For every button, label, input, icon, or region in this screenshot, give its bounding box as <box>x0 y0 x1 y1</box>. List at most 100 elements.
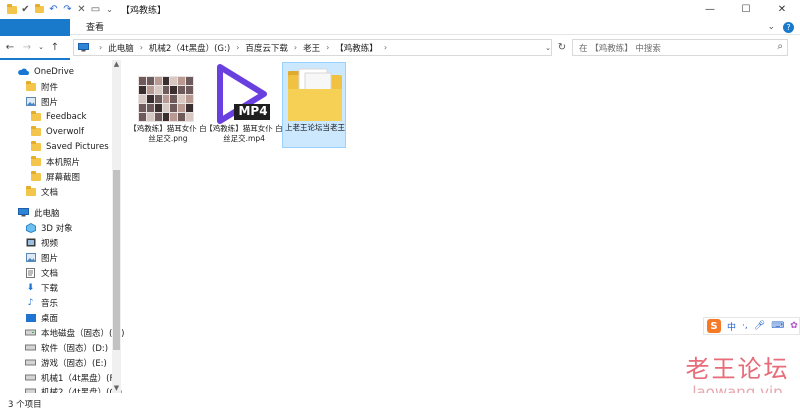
maximize-button[interactable]: ☐ <box>728 0 764 19</box>
sidebar-item-overwolf[interactable]: Overwolf <box>30 124 84 139</box>
breadcrumb-separator[interactable]: › <box>140 43 143 52</box>
scrollbar-thumb[interactable] <box>113 170 120 350</box>
customize-toolbar-icon[interactable]: ⌄ <box>104 4 115 15</box>
drive-icon <box>25 373 36 383</box>
desktop-icon <box>25 313 36 323</box>
folder-icon <box>30 140 41 152</box>
sidebar-item-videos[interactable]: 视频 <box>25 235 58 250</box>
scroll-down-icon[interactable]: ▼ <box>112 384 121 393</box>
sidebar-item-3d-objects[interactable]: 3D 对象 <box>25 220 73 235</box>
tab-view[interactable]: 查看 <box>76 19 114 35</box>
sidebar-item-saved-pictures[interactable]: Saved Pictures <box>30 139 109 154</box>
forward-button[interactable]: → <box>20 39 34 55</box>
address-row: ← → ⌄ ↑ › 此电脑 › 机械2（4t黑盘）(G:) › 百度云下载 › … <box>0 36 800 58</box>
scroll-up-icon[interactable]: ▲ <box>112 60 121 69</box>
ime-toolbar[interactable]: S 中 ·, 🎤︎ ⌨ ✿ <box>703 317 800 335</box>
file-list: 【鸡教练】猫耳女仆 白丝足交.png MP4 【鸡教练】猫耳女仆 白丝足交.mp… <box>124 60 800 393</box>
recent-locations-button[interactable]: ⌄ <box>37 39 45 55</box>
sidebar-item-drive-e[interactable]: 游戏（固态）(E:) <box>25 355 107 370</box>
folder-icon <box>288 68 342 121</box>
expand-ribbon-icon[interactable]: ⌄ <box>767 22 775 32</box>
sidebar-item-local-photos[interactable]: 本机照片 <box>30 154 80 169</box>
picture-icon <box>25 97 36 107</box>
minimize-button[interactable]: — <box>692 0 728 19</box>
drive-icon <box>25 343 36 353</box>
address-dropdown-icon[interactable]: ⌄ <box>541 40 555 56</box>
breadcrumb-separator[interactable]: › <box>236 43 239 52</box>
up-button[interactable]: ↑ <box>48 39 62 55</box>
folder-icon <box>30 155 41 167</box>
sidebar-item-this-pc[interactable]: 此电脑 <box>18 205 60 220</box>
search-placeholder: 在 【鸡教练】 中搜索 <box>579 43 661 54</box>
breadcrumb-separator[interactable]: › <box>326 43 329 52</box>
file-item-png[interactable]: 【鸡教练】猫耳女仆 白丝足交.png <box>128 60 208 160</box>
navigation-pane: OneDrive 附件 图片 Feedback Overwolf Saved P… <box>0 60 124 398</box>
delete-icon[interactable]: ✕ <box>76 4 87 15</box>
computer-icon <box>78 43 89 52</box>
sidebar-item-drive-d[interactable]: 软件（固态）(D:) <box>25 340 108 355</box>
breadcrumb-baidu-download[interactable]: 百度云下载 <box>245 42 288 54</box>
breadcrumb-separator[interactable]: › <box>294 43 297 52</box>
video-icon <box>25 238 36 248</box>
folder-icon <box>25 80 36 92</box>
sidebar-item-downloads[interactable]: ⬇ 下载 <box>25 280 58 295</box>
breadcrumb-this-pc[interactable]: 此电脑 <box>108 42 134 54</box>
sidebar-item-pictures-onedrive[interactable]: 图片 <box>25 94 58 109</box>
sidebar-item-pictures[interactable]: 图片 <box>25 250 58 265</box>
status-bar: 3 个项目 <box>0 393 800 414</box>
music-icon: ♪ <box>27 297 34 308</box>
new-folder-icon[interactable] <box>34 4 45 15</box>
window-title: 【鸡教练】 <box>121 6 167 16</box>
address-bar[interactable]: › 此电脑 › 机械2（4t黑盘）(G:) › 百度云下载 › 老王 › 【鸡教… <box>73 39 552 56</box>
image-thumbnail <box>138 76 194 122</box>
picture-icon <box>25 253 36 263</box>
breadcrumb-separator: › <box>99 43 103 52</box>
sidebar-scrollbar[interactable]: ▲ ▼ <box>112 60 121 393</box>
undo-icon[interactable]: ↶ <box>48 4 59 15</box>
rename-icon[interactable]: ▭ <box>90 4 101 15</box>
sogou-logo-icon[interactable]: S <box>707 319 721 333</box>
close-button[interactable]: ✕ <box>764 0 800 19</box>
punctuation-icon[interactable]: ·, <box>742 321 748 331</box>
ribbon-tabs: 文件 主页 共享 查看 ⌄ ? <box>0 19 800 109</box>
sidebar-item-documents[interactable]: 文档 <box>25 265 58 280</box>
folder-icon <box>30 170 41 182</box>
help-icon[interactable]: ? <box>783 21 794 33</box>
folder-icon <box>6 3 17 15</box>
sidebar-item-drive-f[interactable]: 机械1（4t黑盘）(F:) <box>25 370 120 385</box>
refresh-icon[interactable]: ↻ <box>555 39 569 56</box>
breadcrumb-drive-g[interactable]: 机械2（4t黑盘）(G:) <box>149 42 230 54</box>
mp4-badge: MP4 <box>238 104 268 118</box>
ime-mode[interactable]: 中 <box>727 320 736 333</box>
breadcrumb-current[interactable]: 【鸡教练】 <box>335 42 378 54</box>
cube-icon <box>25 222 36 233</box>
item-count: 3 个项目 <box>8 399 42 410</box>
download-icon: ⬇ <box>26 282 35 293</box>
sidebar-item-feedback[interactable]: Feedback <box>30 109 86 124</box>
sidebar-item-screenshots[interactable]: 屏幕截图 <box>30 169 80 184</box>
file-name: 【鸡教练】猫耳女仆 白丝足交.png <box>129 124 207 143</box>
breadcrumb-laowang[interactable]: 老王 <box>303 42 320 54</box>
keyboard-icon[interactable]: ⌨ <box>771 321 784 331</box>
sidebar-item-attachments[interactable]: 附件 <box>25 79 58 94</box>
back-button[interactable]: ← <box>3 39 17 55</box>
folder-icon <box>25 185 36 197</box>
sidebar-item-music[interactable]: ♪ 音乐 <box>25 295 58 310</box>
microphone-icon[interactable]: 🎤︎ <box>754 321 765 331</box>
sidebar-item-desktop[interactable]: 桌面 <box>25 310 58 325</box>
document-icon <box>25 267 36 278</box>
drive-icon <box>25 358 36 368</box>
skin-icon[interactable]: ✿ <box>790 321 798 331</box>
folder-icon <box>30 110 41 122</box>
properties-icon[interactable]: ✔ <box>20 4 31 15</box>
drive-icon <box>25 328 36 338</box>
breadcrumb-separator[interactable]: › <box>384 43 387 52</box>
sidebar-item-drive-c[interactable]: 本地磁盘（固态）(C:) <box>25 325 124 340</box>
sidebar-item-onedrive[interactable]: OneDrive <box>18 64 74 79</box>
sidebar-item-documents-onedrive[interactable]: 文档 <box>25 184 58 199</box>
search-input[interactable]: 在 【鸡教练】 中搜索 ⌕ <box>572 39 788 56</box>
folder-item[interactable]: 上老王论坛当老王 <box>282 62 346 148</box>
file-item-mp4[interactable]: MP4 【鸡教练】猫耳女仆 白丝足交.mp4 <box>204 60 284 160</box>
folder-name: 上老王论坛当老王 <box>285 123 345 132</box>
redo-icon[interactable]: ↷ <box>62 4 73 15</box>
